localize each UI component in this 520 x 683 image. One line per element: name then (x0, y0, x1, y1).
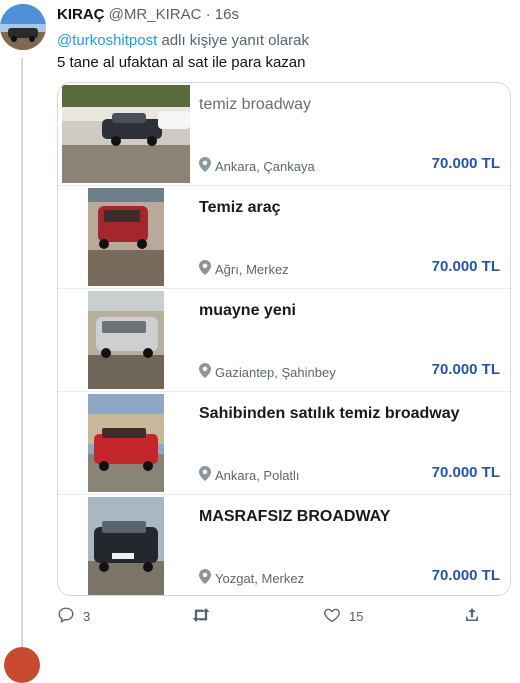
like-count: 15 (349, 609, 364, 624)
listing-title[interactable]: muayne yeni (199, 302, 296, 320)
listing-card[interactable]: temiz broadway Ankara, Çankaya 70.000 TL… (57, 82, 511, 596)
listing-photo (62, 394, 190, 492)
retweet-icon (191, 606, 211, 627)
listing-item[interactable]: MASRAFSIZ BROADWAY Yozgat, Merkez 70.000… (58, 495, 510, 595)
location-pin-icon (199, 157, 211, 175)
location-pin-icon (199, 569, 211, 587)
listing-price: 70.000 TL (431, 258, 500, 275)
tweet-actions: 3 15 (57, 606, 509, 630)
listing-location: Yozgat, Merkez (199, 569, 304, 587)
listing-location: Ankara, Polatlı (199, 466, 300, 484)
reply-mention-link[interactable]: @turkoshitpost (57, 32, 157, 49)
reply-icon (57, 606, 75, 627)
like-button[interactable]: 15 (323, 606, 363, 627)
thread-line (21, 58, 23, 654)
listing-price: 70.000 TL (431, 464, 500, 481)
listing-location-text: Ağrı, Merkez (215, 261, 289, 277)
location-pin-icon (199, 466, 211, 484)
listing-location-text: Ankara, Çankaya (215, 158, 315, 174)
listing-location: Gaziantep, Şahinbey (199, 363, 336, 381)
separator: · (205, 6, 211, 23)
listing-location: Ağrı, Merkez (199, 260, 289, 278)
listing-item[interactable]: muayne yeni Gaziantep, Şahinbey 70.000 T… (58, 289, 510, 392)
listing-location: Ankara, Çankaya (199, 157, 315, 175)
listing-photo (62, 85, 190, 183)
listing-price: 70.000 TL (431, 155, 500, 172)
avatar[interactable] (0, 4, 46, 50)
listing-item[interactable]: Sahibinden satılık temiz broadway Ankara… (58, 392, 510, 495)
retweet-button[interactable] (191, 606, 219, 627)
share-button[interactable] (463, 606, 481, 627)
listing-location-text: Ankara, Polatlı (215, 467, 300, 483)
author-handle[interactable]: @MR_KIRAC (109, 6, 202, 23)
listing-photo (62, 291, 190, 389)
author-name[interactable]: KIRAÇ (57, 6, 105, 23)
listing-item[interactable]: Temiz araç Ağrı, Merkez 70.000 TL (58, 186, 510, 289)
tweet-header: KIRAÇ @MR_KIRAC · 16s (57, 6, 239, 23)
listing-price: 70.000 TL (431, 567, 500, 584)
reply-context: @turkoshitpost adlı kişiye yanıt olarak (57, 32, 309, 49)
reply-button[interactable]: 3 (57, 606, 90, 627)
listing-title[interactable]: Temiz araç (199, 199, 281, 217)
reply-context-text: adlı kişiye yanıt olarak (161, 32, 310, 49)
listing-location-text: Yozgat, Merkez (215, 570, 305, 586)
listing-photo (62, 188, 190, 286)
listing-item[interactable]: temiz broadway Ankara, Çankaya 70.000 TL (58, 83, 510, 186)
share-icon (463, 606, 481, 627)
location-pin-icon (199, 260, 211, 278)
listing-title[interactable]: temiz broadway (199, 96, 311, 114)
like-icon (323, 606, 341, 627)
listing-location-text: Gaziantep, Şahinbey (215, 364, 336, 380)
location-pin-icon (199, 363, 211, 381)
listing-title[interactable]: MASRAFSIZ BROADWAY (199, 508, 390, 526)
listing-price: 70.000 TL (431, 361, 500, 378)
tweet-text: 5 tane al ufaktan al sat ile para kazan (57, 54, 306, 71)
reply-count: 3 (83, 609, 91, 624)
next-tweet-avatar[interactable] (4, 647, 40, 683)
timestamp[interactable]: 16s (215, 6, 239, 23)
listing-photo (62, 497, 190, 595)
listing-title[interactable]: Sahibinden satılık temiz broadway (199, 405, 460, 423)
